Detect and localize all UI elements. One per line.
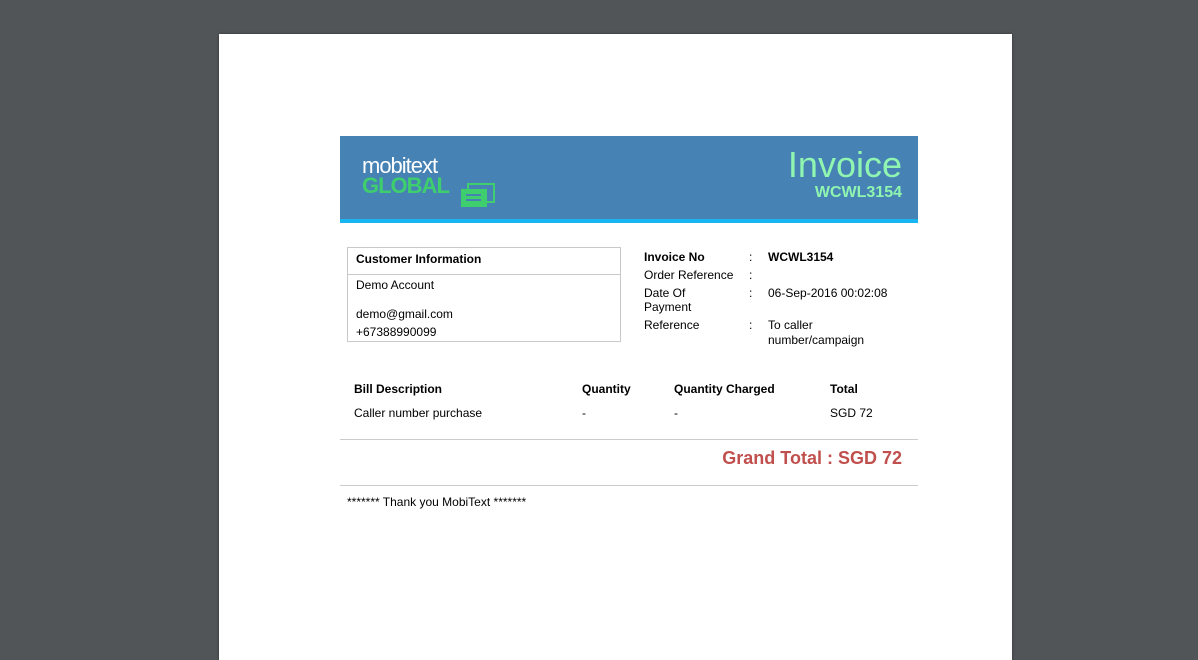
date-of-payment-colon: : [749,286,753,300]
reference-colon: : [749,318,753,332]
reference-value: To caller number/campaign [768,318,865,347]
logo-text-global: GLOBAL [362,173,450,198]
grand-total: Grand Total : SGD 72 [722,448,902,469]
customer-information-box: Customer Information Demo Account demo@g… [347,247,621,342]
invoice-page: mobitext GLOBAL Invoice WCWL3154 Custome… [219,34,1012,660]
mobitext-global-logo: mobitext GLOBAL [362,153,502,207]
invoice-header-banner: mobitext GLOBAL Invoice WCWL3154 [340,136,918,223]
chat-bubble-icon [461,183,495,207]
divider [340,439,918,440]
total-cell: SGD 72 [830,406,873,420]
column-header-total: Total [830,382,858,396]
customer-information-heading: Customer Information [348,248,620,275]
order-reference-colon: : [749,268,753,282]
customer-email: demo@gmail.com [356,307,453,321]
invoice-code: WCWL3154 [814,184,902,201]
quantity-charged-cell: - [674,406,678,420]
column-header-quantity: Quantity [582,382,631,396]
date-of-payment-value: 06-Sep-2016 00:02:08 [768,286,888,300]
invoice-title: Invoice [787,144,902,185]
reference-label: Reference [644,318,700,332]
customer-name: Demo Account [356,278,435,292]
grand-total-label: Grand Total : [722,448,833,468]
date-of-payment-label: Date Of Payment [644,286,692,314]
grand-total-value: SGD 72 [837,448,902,468]
quantity-cell: - [582,406,586,420]
column-header-quantity-charged: Quantity Charged [674,382,775,396]
divider [340,485,918,486]
invoice-no-label: Invoice No [644,250,705,264]
order-reference-label: Order Reference [644,268,734,282]
customer-phone: +67388990099 [356,325,437,339]
invoice-no-colon: : [749,250,753,264]
bill-description-cell: Caller number purchase [354,406,483,420]
invoice-no-value: WCWL3154 [768,250,834,264]
column-header-bill-description: Bill Description [354,382,443,396]
thank-you-footer: ******* Thank you MobiText ******* [347,495,527,509]
